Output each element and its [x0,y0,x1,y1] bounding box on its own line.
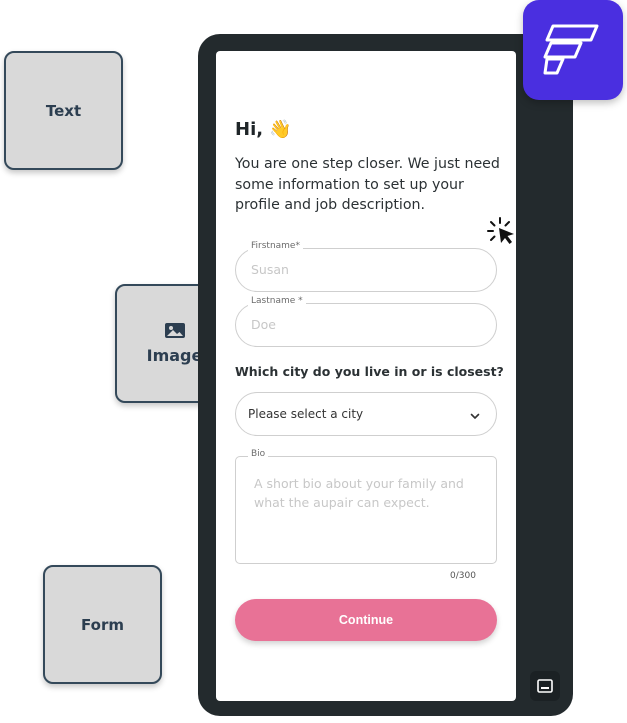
image-tile-label: Image [146,346,203,365]
phone-screen: Hi, 👋 You are one step closer. We just n… [216,51,516,701]
greeting-heading: Hi, 👋 [235,119,292,140]
form-tile-label: Form [81,615,124,634]
form-component-tile[interactable]: Form [43,565,162,684]
lastname-label: Lastname * [248,296,306,306]
text-tile-label: Text [45,101,82,120]
lastname-placeholder: Doe [251,317,276,332]
firstname-placeholder: Susan [251,262,289,277]
firstname-label: Firstname* [248,241,303,251]
bio-textarea[interactable]: Bio A short bio about your family and wh… [235,449,497,564]
text-component-tile[interactable]: Text [4,51,123,170]
click-cursor-icon [486,215,518,251]
brand-logo-icon [523,0,623,100]
bio-label: Bio [248,449,269,459]
bio-placeholder: A short bio about your family and what t… [254,476,464,510]
chevron-down-icon [469,407,481,426]
city-question-label: Which city do you live in or is closest? [235,364,504,379]
firstname-field[interactable]: Firstname* Susan [235,241,497,292]
intro-text: You are one step closer. We just need so… [235,156,500,213]
city-select[interactable]: Please select a city [235,392,497,436]
continue-button[interactable]: Continue [235,599,497,641]
bio-char-counter: 0/300 [450,571,476,581]
lastname-field[interactable]: Lastname * Doe [235,296,497,347]
image-icon [164,322,186,346]
canvas: Text Image Form Hi, 👋 You are one step c… [0,0,627,723]
city-select-value: Please select a city [248,407,364,421]
subtitles-icon[interactable] [530,671,560,701]
